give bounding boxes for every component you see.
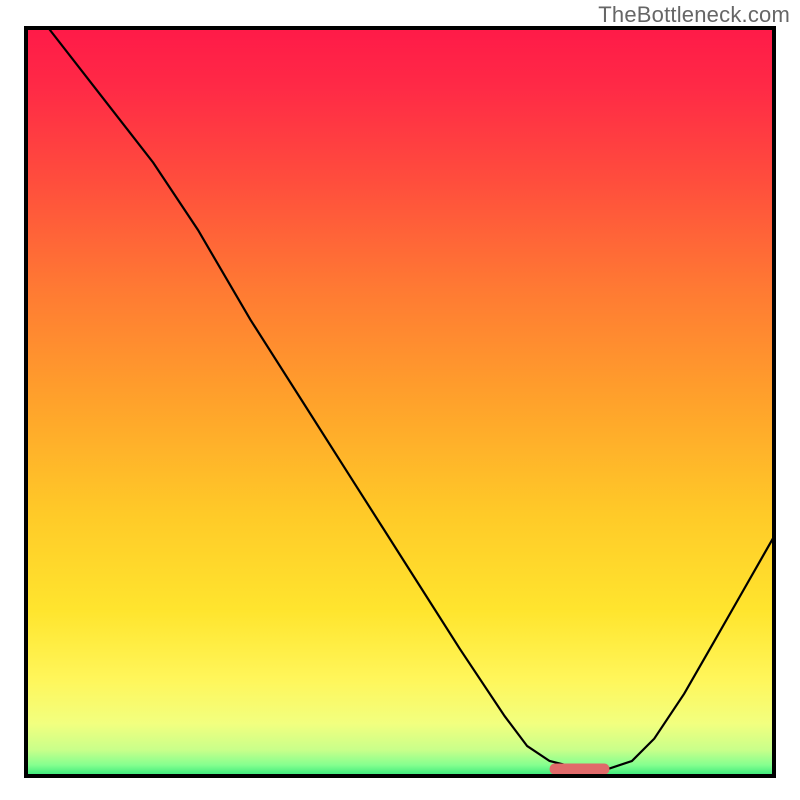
chart-container: { "watermark": "TheBottleneck.com", "cha… [0,0,800,800]
watermark-text: TheBottleneck.com [598,2,790,28]
chart-svg [0,0,800,800]
plot-background [26,28,774,776]
highlight-marker [550,764,610,775]
